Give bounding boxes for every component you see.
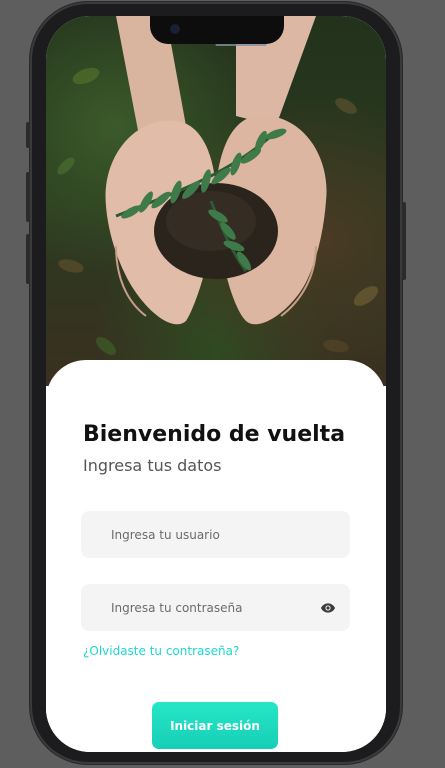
phone-frame: Bienvenido de vuelta Ingresa tus datos ¿… — [26, 2, 406, 764]
page-title: Bienvenido de vuelta — [83, 422, 346, 447]
mute-switch — [26, 122, 30, 148]
page-subtitle: Ingresa tus datos — [83, 456, 222, 475]
front-camera — [170, 24, 180, 34]
forgot-password-link[interactable]: ¿Olvidaste tu contraseña? — [83, 644, 239, 658]
hands-plant-illustration — [57, 16, 379, 355]
eye-icon[interactable] — [320, 600, 336, 616]
password-input[interactable] — [81, 584, 350, 631]
volume-down-button — [26, 234, 30, 284]
username-input[interactable] — [81, 511, 350, 558]
hero-image — [46, 16, 386, 386]
phone-screen: Bienvenido de vuelta Ingresa tus datos ¿… — [46, 16, 386, 752]
volume-up-button — [26, 172, 30, 222]
login-card: Bienvenido de vuelta Ingresa tus datos ¿… — [46, 360, 386, 752]
notch — [150, 16, 284, 44]
username-field — [81, 511, 350, 558]
login-button[interactable]: Iniciar sesión — [152, 702, 278, 749]
power-button — [402, 202, 406, 280]
password-field — [81, 584, 350, 631]
